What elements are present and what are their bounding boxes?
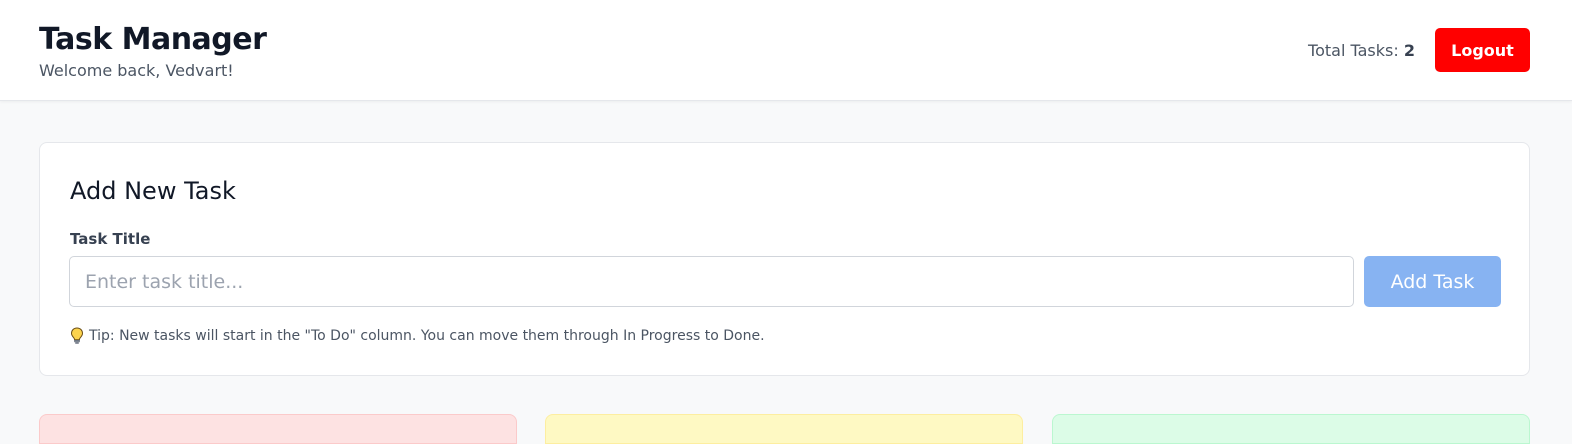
app-header: Task Manager Welcome back, Vedvart! Tota…: [0, 0, 1572, 101]
total-tasks-indicator: Total Tasks: 2: [1308, 41, 1415, 60]
app-title: Task Manager: [39, 22, 267, 57]
tip-message: Tip: New tasks will start in the "To Do"…: [70, 327, 765, 345]
tip-text: Tip: New tasks will start in the "To Do"…: [89, 328, 765, 344]
task-title-label: Task Title: [70, 230, 151, 248]
task-title-input[interactable]: [69, 256, 1354, 307]
welcome-message: Welcome back, Vedvart!: [39, 61, 234, 80]
add-task-heading: Add New Task: [70, 177, 236, 205]
add-task-button[interactable]: Add Task: [1364, 256, 1501, 307]
logout-button[interactable]: Logout: [1435, 28, 1530, 72]
todo-column: [39, 414, 517, 444]
add-task-card: Add New Task Task Title Add Task Tip: Ne…: [39, 142, 1530, 376]
total-tasks-count: 2: [1403, 41, 1415, 60]
total-tasks-label: Total Tasks:: [1308, 41, 1399, 60]
lightbulb-icon: [70, 327, 84, 345]
done-column: [1052, 414, 1530, 444]
in-progress-column: [545, 414, 1023, 444]
